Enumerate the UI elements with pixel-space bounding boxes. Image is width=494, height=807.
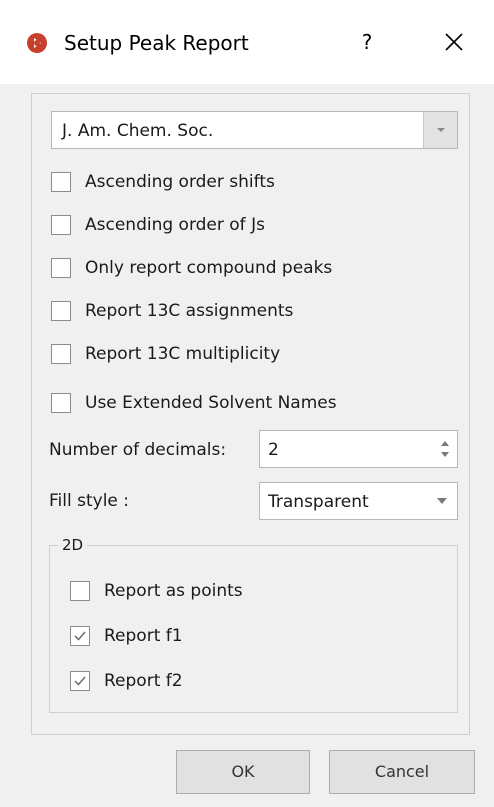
checkbox[interactable] bbox=[51, 258, 71, 278]
decimals-label: Number of decimals: bbox=[49, 440, 227, 460]
cancel-button[interactable]: Cancel bbox=[329, 750, 475, 794]
checkbox[interactable] bbox=[51, 344, 71, 364]
option-label: Ascending order shifts bbox=[85, 172, 275, 192]
close-button[interactable] bbox=[438, 26, 470, 58]
checkbox[interactable] bbox=[51, 393, 71, 413]
checkbox[interactable] bbox=[51, 172, 71, 192]
checkbox[interactable] bbox=[51, 215, 71, 235]
fill-style-dropdown[interactable]: Transparent bbox=[259, 482, 458, 520]
setup-peak-report-dialog: Setup Peak Report ? J. Am. Chem. Soc. As… bbox=[0, 0, 494, 807]
dialog-title: Setup Peak Report bbox=[64, 31, 249, 55]
option-label: Report f2 bbox=[104, 671, 183, 691]
fill-style-value: Transparent bbox=[268, 492, 369, 512]
option-label: Report 13C multiplicity bbox=[85, 344, 281, 364]
option-label: Report f1 bbox=[104, 626, 183, 646]
checkbox[interactable] bbox=[70, 626, 90, 646]
title-bar: Setup Peak Report ? bbox=[0, 0, 494, 84]
option-label: Use Extended Solvent Names bbox=[85, 393, 337, 413]
option-label: Ascending order of Js bbox=[85, 215, 265, 235]
dropdown-button[interactable] bbox=[423, 112, 457, 148]
spin-arrows-icon[interactable] bbox=[437, 435, 453, 463]
group-2d-title: 2D bbox=[58, 536, 88, 554]
help-button[interactable]: ? bbox=[352, 26, 382, 58]
checkbox[interactable] bbox=[51, 301, 71, 321]
checkbox[interactable] bbox=[70, 581, 90, 601]
option-label: Only report compound peaks bbox=[85, 258, 333, 278]
app-logo-icon bbox=[27, 33, 47, 53]
journal-format-dropdown[interactable]: J. Am. Chem. Soc. bbox=[51, 111, 458, 149]
chevron-down-icon bbox=[437, 128, 445, 132]
journal-format-value: J. Am. Chem. Soc. bbox=[62, 121, 214, 141]
option-label: Report 13C assignments bbox=[85, 301, 294, 321]
decimals-spinbox[interactable]: 2 bbox=[259, 430, 458, 468]
checkmark-icon bbox=[74, 631, 86, 641]
option-label: Report as points bbox=[104, 581, 243, 601]
close-icon bbox=[445, 33, 463, 51]
decimals-value: 2 bbox=[268, 440, 279, 460]
chevron-down-icon bbox=[437, 498, 447, 504]
ok-button[interactable]: OK bbox=[176, 750, 310, 794]
checkbox[interactable] bbox=[70, 671, 90, 691]
checkmark-icon bbox=[74, 676, 86, 686]
fill-style-label: Fill style : bbox=[49, 491, 130, 511]
